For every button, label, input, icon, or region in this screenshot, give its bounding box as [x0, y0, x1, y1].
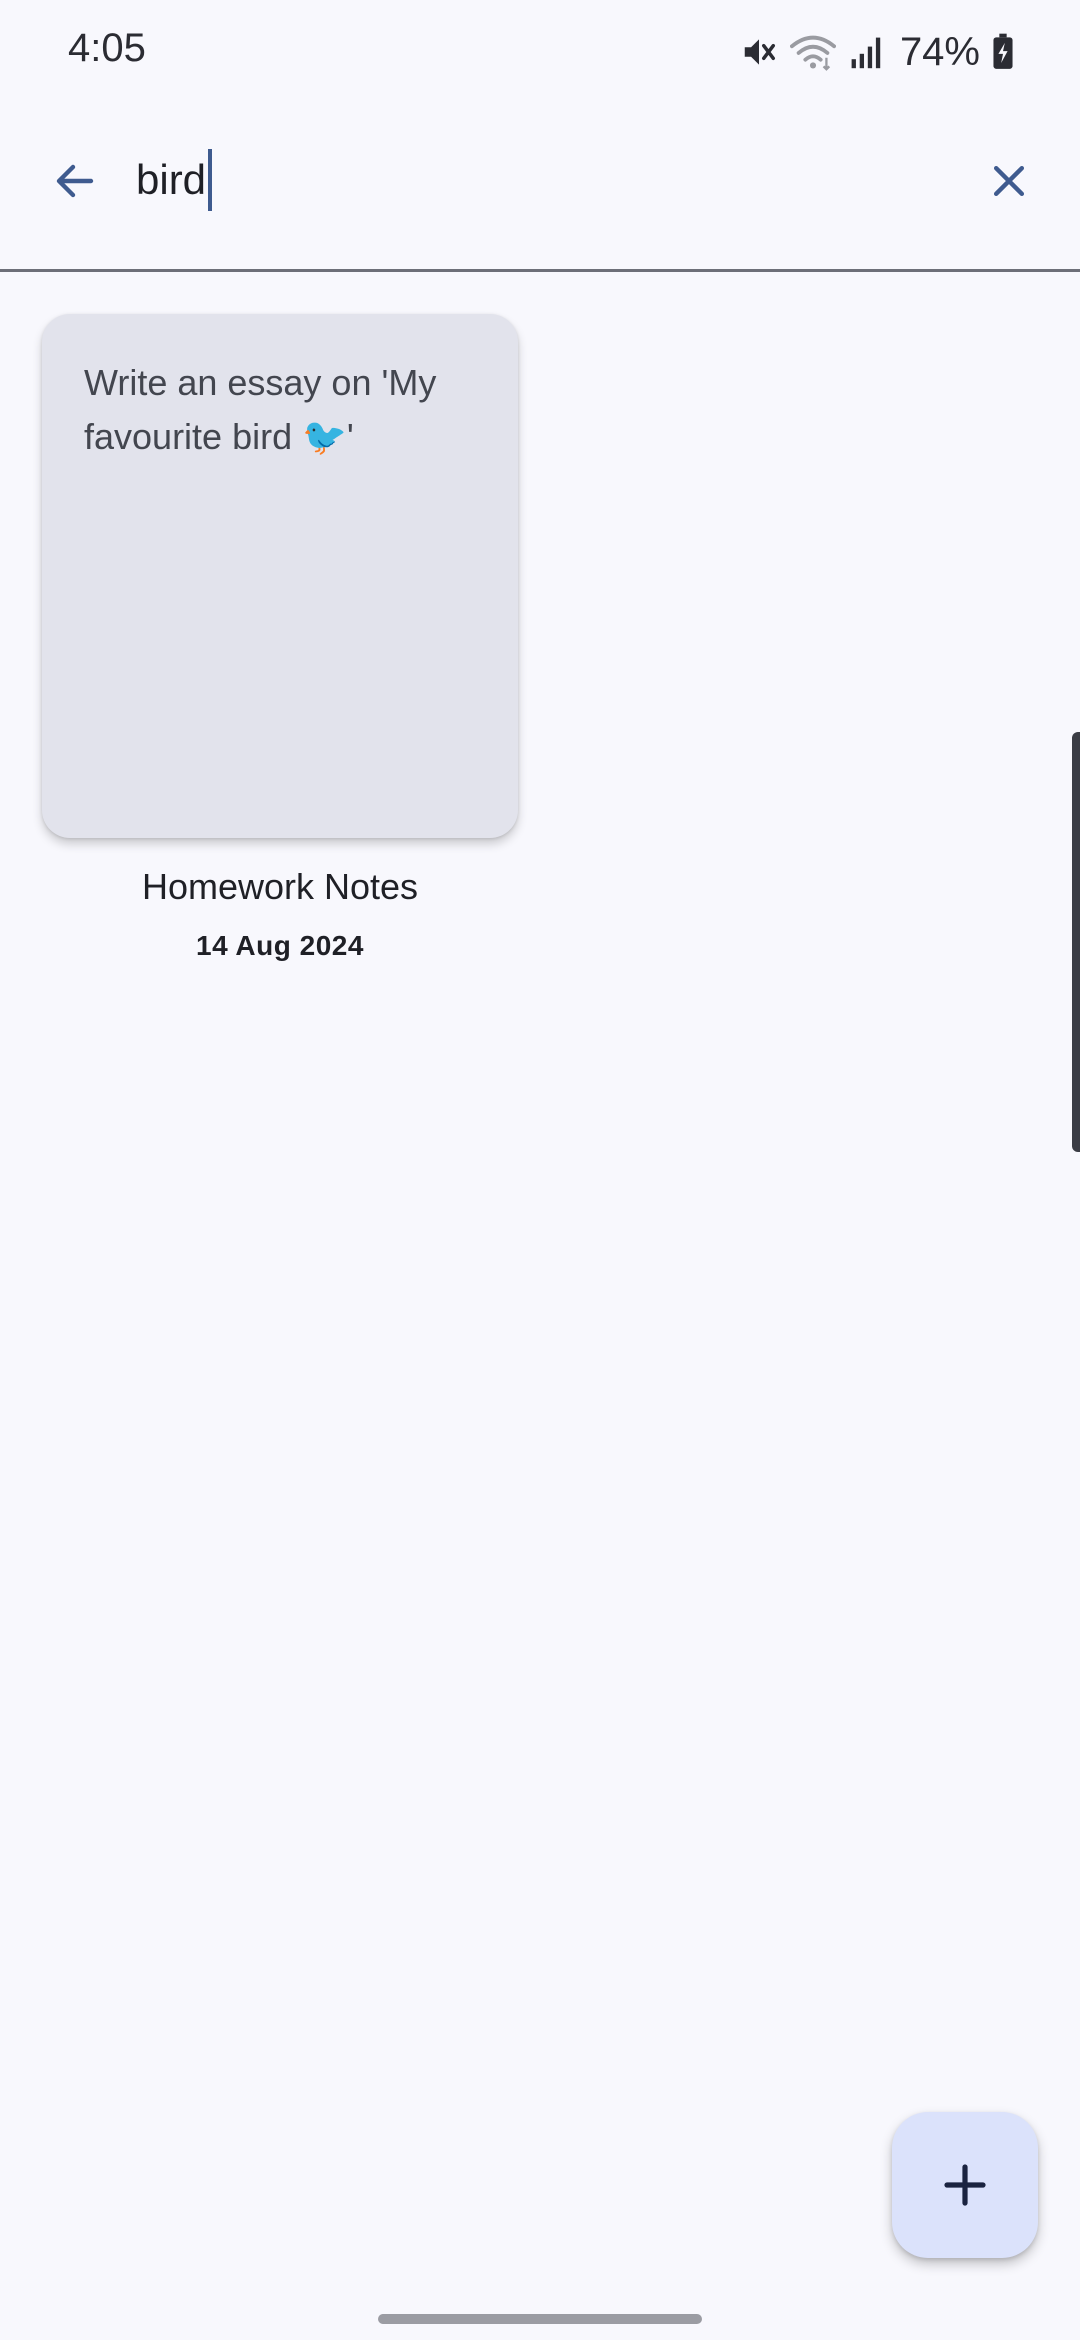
search-divider	[0, 269, 1080, 272]
scroll-indicator[interactable]	[1072, 732, 1080, 1152]
close-icon	[993, 165, 1025, 197]
clear-search-button[interactable]	[974, 146, 1044, 216]
screen: 4:05 74% bird Write an essay on 'My favo…	[0, 0, 1080, 2340]
note-preview-text: Write an essay on 'My favourite bird 🐦'	[84, 362, 437, 457]
text-caret	[208, 149, 213, 211]
arrow-back-icon	[56, 164, 94, 198]
status-icons: 74%	[740, 30, 1014, 74]
signal-icon	[848, 34, 884, 70]
search-query: bird	[136, 156, 207, 203]
plus-icon	[944, 2164, 986, 2206]
add-note-button[interactable]	[892, 2112, 1038, 2258]
battery-percentage: 74%	[899, 29, 980, 74]
note-date: 14 Aug 2024	[196, 930, 364, 961]
status-time: 4:05	[68, 26, 146, 70]
note-title[interactable]: Homework Notes	[42, 866, 518, 908]
search-bar: bird	[0, 100, 1080, 270]
gesture-navigation-bar[interactable]	[378, 2314, 702, 2324]
wifi-icon	[789, 32, 836, 72]
note-card[interactable]: Write an essay on 'My favourite bird 🐦'	[42, 314, 518, 838]
back-button[interactable]	[40, 146, 110, 216]
search-input[interactable]: bird	[136, 140, 936, 220]
mute-icon	[740, 33, 778, 71]
status-bar: 4:05 74%	[0, 0, 1080, 100]
battery-charging-icon	[992, 33, 1014, 71]
